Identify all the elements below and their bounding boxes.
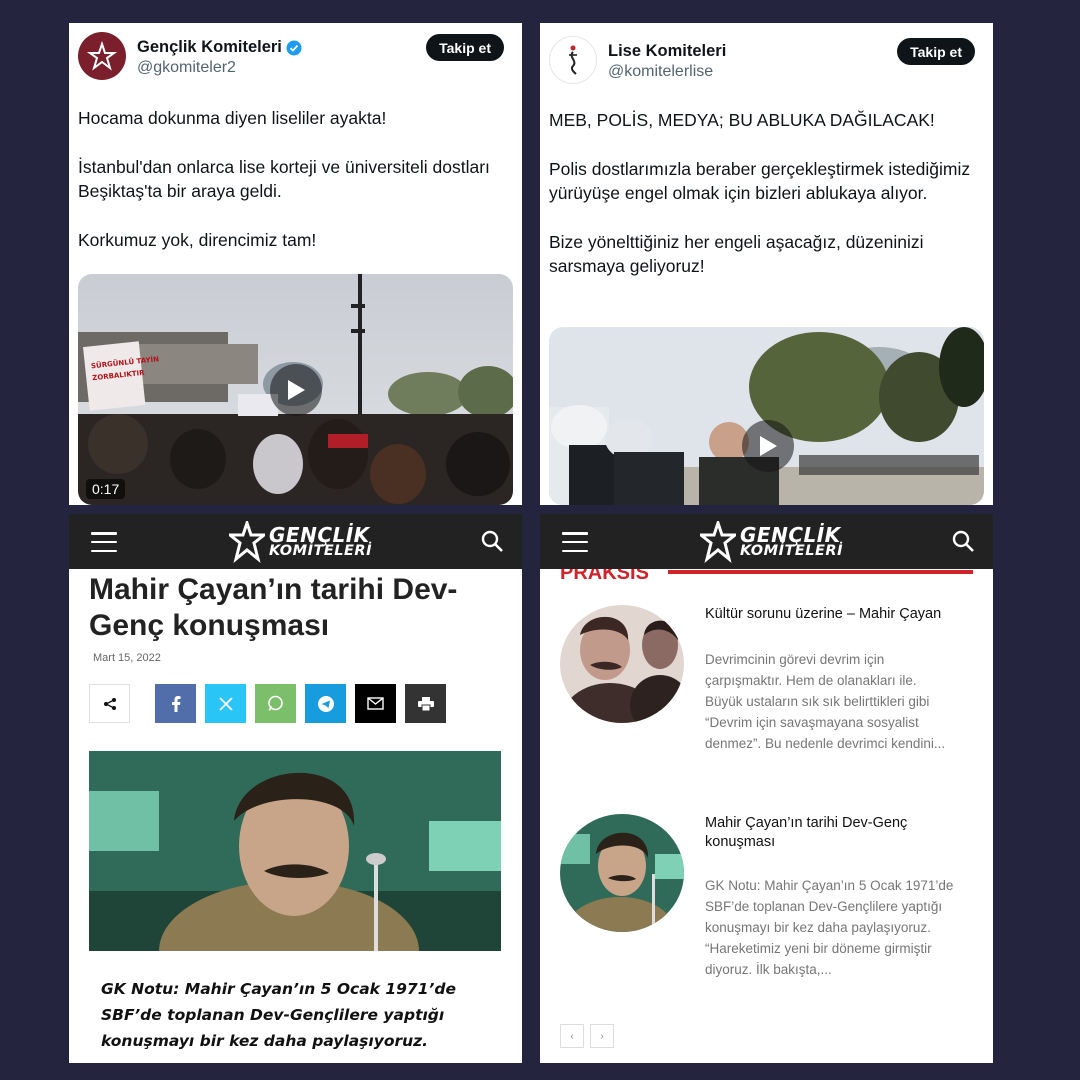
tweet-card-genclik-komiteleri: Gençlik Komiteleri @gkomiteler2 Takip et… [69, 23, 522, 505]
avatar[interactable] [549, 36, 597, 84]
site-header: GENÇLİK KOMİTELERİ [540, 514, 993, 569]
post-excerpt: GK Notu: Mahir Çayan’ın 5 Ocak 1971’de S… [705, 878, 954, 977]
article-date: Mart 15, 2022 [93, 652, 161, 664]
article-title: Mahir Çayan’ın tarihi Dev-Genç konuşması [89, 573, 458, 642]
account-name[interactable]: Lise Komiteleri [608, 42, 726, 61]
follow-button[interactable]: Takip et [426, 34, 504, 61]
post-thumbnail[interactable] [560, 814, 684, 932]
logo-wordmark: GENÇLİK KOMİTELERİ [269, 522, 372, 559]
video-duration: 0:17 [86, 479, 126, 499]
play-icon [288, 380, 305, 400]
logo-line1: GENÇLİK [740, 522, 841, 547]
article-page: GENÇLİK KOMİTELERİ Mahir Çayan’ın tarihi… [69, 514, 522, 1063]
section-divider [668, 570, 973, 574]
facebook-share-button[interactable] [155, 684, 196, 723]
logo-line1: GENÇLİK [269, 522, 370, 547]
pagination: ‹ › [560, 1024, 614, 1048]
praksis-list-page: PRAKSİS GENÇLİK KOMİTELERİ Kültür sorunu… [540, 514, 993, 1063]
speaker-portrait [560, 814, 684, 932]
share-buttons [89, 684, 446, 723]
mail-share-button[interactable] [355, 684, 396, 723]
site-header: GENÇLİK KOMİTELERİ [69, 514, 522, 569]
police-video-still [549, 327, 984, 505]
tweet-card-lise-komiteleri: Lise Komiteleri @komitelerlise Takip et … [540, 23, 993, 505]
logo-wordmark: GENÇLİK KOMİTELERİ [740, 522, 843, 559]
x-share-button[interactable] [205, 684, 246, 723]
account-handle[interactable]: @komitelerlise [608, 63, 713, 81]
article-note: GK Notu: Mahir Çayan’ın 5 Ocak 1971’de S… [101, 980, 456, 1050]
share-button[interactable] [89, 684, 130, 723]
star-logo-icon [229, 521, 265, 563]
tweet-video[interactable]: SÜRGÜNLÜ TAYİN ZORBALIKTIR 0:17 [78, 274, 513, 505]
verified-badge-icon [286, 40, 302, 55]
prev-page-button[interactable]: ‹ [560, 1024, 584, 1048]
x-icon [218, 696, 233, 711]
tweet-paragraph: MEB, POLİS, MEDYA; BU ABLUKA DAĞILACAK! [549, 110, 935, 130]
post-thumbnail[interactable] [560, 605, 684, 723]
play-button[interactable] [270, 364, 322, 416]
tweet-paragraph: Hocama dokunma diyen liseliler ayakta! [78, 108, 387, 128]
logo-line2: KOMİTELERİ [740, 542, 843, 559]
post-title[interactable]: Mahir Çayan’ın tarihi Dev-Genç konuşması [705, 814, 965, 852]
account-handle[interactable]: @gkomiteler2 [137, 59, 236, 77]
post-title[interactable]: Kültür sorunu üzerine – Mahir Çayan [705, 605, 965, 624]
post-item[interactable]: Mahir Çayan’ın tarihi Dev-Genç konuşması… [560, 814, 980, 1014]
star-logo-icon [700, 521, 736, 563]
site-logo[interactable]: GENÇLİK KOMİTELERİ [700, 520, 843, 564]
whatsapp-share-button[interactable] [255, 684, 296, 723]
whatsapp-icon [268, 695, 283, 711]
print-button[interactable] [405, 684, 446, 723]
play-button[interactable] [742, 420, 794, 472]
follow-button[interactable]: Takip et [897, 38, 975, 65]
next-page-button[interactable]: › [590, 1024, 614, 1048]
sepia-portrait [560, 605, 684, 723]
logo-line2: KOMİTELERİ [269, 542, 372, 559]
play-icon [760, 436, 777, 456]
tweet-header: Lise Komiteleri @komitelerlise Takip et [549, 36, 981, 86]
print-icon [417, 696, 434, 711]
telegram-icon [317, 695, 334, 712]
telegram-share-button[interactable] [305, 684, 346, 723]
account-name-text: Gençlik Komiteleri [137, 38, 282, 56]
speaker-photo [89, 751, 501, 951]
share-icon [103, 697, 116, 710]
account-name[interactable]: Gençlik Komiteleri [137, 38, 302, 57]
star-logo-icon [87, 41, 117, 71]
mail-icon [367, 697, 384, 710]
facebook-icon [171, 695, 180, 712]
search-icon[interactable] [480, 529, 504, 553]
menu-icon[interactable] [91, 532, 117, 552]
tweet-paragraph: Bize yönelttiğiniz her engeli aşacağız, … [549, 231, 924, 277]
tweet-paragraph: Korkumuz yok, direncimiz tam! [78, 229, 317, 250]
tweet-paragraph: İstanbul'dan onlarca lise korteji ve üni… [78, 156, 490, 202]
tweet-header: Gençlik Komiteleri @gkomiteler2 Takip et [78, 32, 510, 82]
search-icon[interactable] [951, 529, 975, 553]
lise-komiteleri-logo-icon [569, 45, 577, 75]
post-item[interactable]: Kültür sorunu üzerine – Mahir Çayan Devr… [560, 605, 980, 795]
account-name-text: Lise Komiteleri [608, 42, 727, 60]
avatar[interactable] [78, 32, 126, 80]
tweet-text: MEB, POLİS, MEDYA; BU ABLUKA DAĞILACAK! … [549, 108, 979, 303]
tweet-paragraph: Polis dostlarımızla beraber gerçekleştir… [549, 158, 971, 204]
post-excerpt: Devrimcinin görevi devrim için çarpışmak… [705, 652, 946, 751]
article-photo [89, 751, 501, 951]
menu-icon[interactable] [562, 532, 588, 552]
tweet-text: Hocama dokunma diyen liseliler ayakta! İ… [78, 106, 508, 276]
tweet-video[interactable] [549, 327, 984, 505]
site-logo[interactable]: GENÇLİK KOMİTELERİ [229, 520, 372, 564]
